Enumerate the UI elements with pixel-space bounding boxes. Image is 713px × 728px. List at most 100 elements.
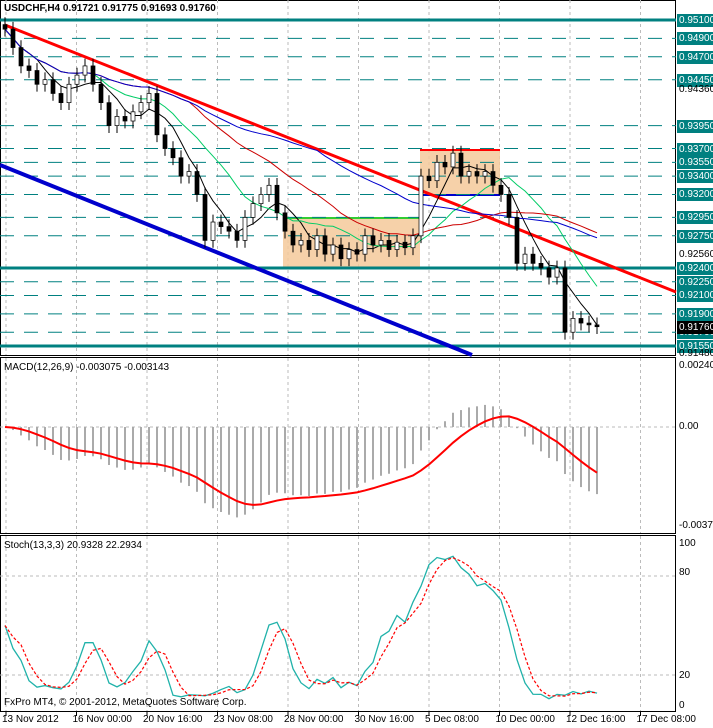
candle-body — [338, 244, 344, 260]
candle-body — [106, 102, 112, 126]
candle-body — [514, 217, 520, 264]
candle-body — [146, 93, 152, 103]
candle-body — [410, 235, 416, 249]
candle-body — [538, 262, 544, 269]
macd-tick: 0.00240 — [679, 360, 713, 371]
candle-body — [34, 70, 40, 85]
candle-body — [442, 161, 448, 168]
candle-body — [578, 318, 584, 324]
level-price-label: 0.93550 — [677, 156, 713, 170]
candle-body — [170, 148, 176, 159]
candle-body — [554, 267, 560, 278]
time-axis-label: 23 Nov 08:00 — [213, 714, 274, 725]
candle-body — [258, 194, 264, 205]
candle-body — [298, 240, 304, 246]
time-axis-label: 12 Dec 16:00 — [566, 714, 626, 725]
candle-body — [482, 171, 488, 177]
level-price-label: 0.93950 — [677, 119, 713, 133]
candle-body — [154, 93, 160, 136]
candle-body — [290, 230, 296, 246]
level-price-label: 0.92100 — [677, 289, 713, 303]
candle-body — [546, 267, 552, 278]
stoch-pane-frame — [0, 535, 676, 712]
macd-tick: -0.00373 — [679, 520, 713, 531]
time-axis-label: 5 Dec 08:00 — [425, 714, 479, 725]
copyright: FxPro MT4, © 2001-2012, MetaQuotes Softw… — [4, 697, 247, 708]
candle-body — [266, 184, 272, 195]
level-price-label: 0.92400 — [677, 261, 713, 275]
price-scale-label: 0.94360 — [679, 83, 713, 95]
candle-body — [138, 102, 144, 113]
candle-body — [282, 212, 288, 232]
candle-body — [354, 249, 360, 255]
time-axis-label: 10 Dec 00:00 — [495, 714, 556, 725]
candle-body — [226, 226, 232, 232]
candle-body — [426, 175, 432, 182]
candle-body — [42, 79, 48, 85]
candle-body — [466, 171, 472, 177]
candle-body — [26, 65, 32, 71]
stoch-tick: 0 — [679, 700, 685, 711]
candle-body — [98, 83, 104, 103]
candle-body — [202, 194, 208, 241]
level-price-label: 0.94700 — [677, 50, 713, 64]
level-price-label: 0.93200 — [677, 188, 713, 202]
candle-body — [194, 171, 200, 195]
candle-body — [370, 235, 376, 246]
candle-body — [522, 253, 528, 264]
candle-body — [10, 28, 16, 48]
candle-body — [562, 267, 568, 333]
chart-window: USDCHF,H4 0.91721 0.91775 0.91693 0.9176… — [0, 0, 713, 728]
candle-body — [50, 79, 56, 94]
stoch-title: Stoch(13,3,3) 20.9328 22.2934 — [4, 540, 142, 551]
level-price-label: 0.95100 — [677, 14, 713, 27]
candle-body — [90, 65, 96, 85]
candle-body — [82, 65, 88, 76]
macd-title: MACD(12,26,9) -0.003075 -0.003143 — [4, 362, 170, 373]
stoch-tick: 20 — [679, 670, 691, 681]
level-price-label: 0.92250 — [677, 275, 713, 289]
candle-body — [434, 161, 440, 182]
level-price-label: 0.92950 — [677, 211, 713, 225]
time-axis-label: 28 Nov 00:00 — [284, 714, 344, 725]
candle-body — [66, 83, 72, 103]
candle-body — [474, 171, 480, 177]
candle-body — [210, 221, 216, 241]
level-price-label: 0.93400 — [677, 170, 713, 184]
candle-body — [586, 322, 592, 326]
macd-tick: 0.00 — [679, 421, 699, 432]
time-axis-label: 13 Nov 2012 — [2, 714, 59, 725]
candle-body — [186, 171, 192, 177]
candle-body — [498, 184, 504, 195]
candle-body — [74, 74, 80, 85]
candle-body — [162, 134, 168, 149]
candle-body — [330, 244, 336, 255]
level-price-label: 0.91900 — [677, 307, 713, 321]
candle-body — [594, 324, 600, 328]
candle-body — [418, 175, 424, 237]
candle-body — [114, 116, 120, 126]
candle-body — [362, 235, 368, 255]
candle-body — [570, 318, 576, 333]
level-price-label: 0.92750 — [677, 229, 713, 243]
candle-body — [394, 241, 400, 250]
candle-body — [178, 157, 184, 177]
time-axis-label: 17 Dec 08:00 — [636, 714, 697, 725]
candle-body — [122, 116, 128, 122]
price-scale-label: 0.91480 — [679, 348, 713, 360]
price-scale-label: 0.92560 — [679, 249, 713, 261]
candle-body — [490, 171, 496, 186]
candle-body — [234, 230, 240, 241]
candle-body — [530, 253, 536, 264]
candle-body — [306, 240, 312, 250]
candle-body — [130, 111, 136, 122]
main-chart-title: USDCHF,H4 0.91721 0.91775 0.91693 0.9176… — [4, 3, 216, 14]
candle-body — [506, 194, 512, 218]
stoch-tick: 80 — [679, 567, 691, 578]
candle-body — [18, 47, 24, 67]
candle-body — [378, 240, 384, 246]
candle-body — [458, 152, 464, 177]
candle-body — [346, 249, 352, 260]
candle-body — [386, 240, 392, 250]
time-axis-label: 20 Nov 16:00 — [143, 714, 203, 725]
